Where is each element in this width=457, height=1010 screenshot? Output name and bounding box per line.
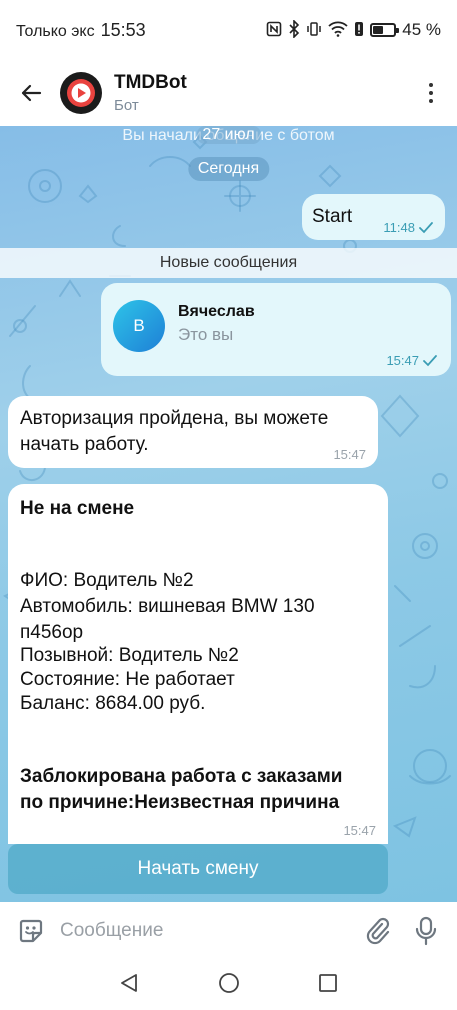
incoming-message-status[interactable]: Не на смене ФИО: Водитель №2 Автомобиль:… [8,484,388,844]
bluetooth-icon [288,18,300,41]
chat-title-block[interactable]: TMDBot Бот [114,72,187,114]
message-time: 11:48 [383,220,433,235]
nav-home-icon [218,972,239,993]
chat-title: TMDBot [114,72,187,93]
sticker-button[interactable] [14,912,48,950]
status-bar: Только экс 15:53 45 % [0,0,457,60]
mic-icon [415,916,437,946]
chat-area[interactable]: Вы начали общение с ботом 27 июл Сегодня… [0,126,457,902]
status-blocked-line2: по причине:Неизвестная причина [20,792,340,813]
attach-button[interactable] [361,912,395,950]
alert-icon [354,21,364,40]
message-time: 15:47 [333,447,366,462]
status-callsign: Позывной: Водитель №2 [20,645,239,666]
date-pill-today: Сегодня [187,157,270,181]
carrier-name: Только экс [16,22,95,40]
voice-button[interactable] [409,912,443,950]
nfc-icon [266,21,282,40]
battery-icon [370,23,400,37]
outgoing-message-start[interactable]: Start 11:48 [302,194,445,240]
read-check-icon [419,221,433,233]
status-car-line1: Автомобиль: вишневая BMW 130 [20,596,315,617]
more-menu-button[interactable] [419,73,443,113]
status-balance: Баланс: 8684.00 руб. [20,693,206,714]
date-pill-overlay: 27 июл [196,126,261,144]
nav-recents-button[interactable] [317,972,339,999]
back-button[interactable] [14,73,48,113]
attach-icon [366,917,390,945]
wifi-icon [328,21,348,40]
new-messages-divider: Новые сообщения [0,248,457,278]
status-blocked-line1: Заблокирована работа с заказами [20,766,343,787]
start-shift-button[interactable]: Начать смену [8,844,388,894]
nav-home-button[interactable] [218,972,240,999]
system-nav-bar [0,960,457,1010]
more-vert-icon [429,83,433,87]
message-input-bar: Сообщение [0,902,457,960]
bot-avatar[interactable] [60,72,102,114]
contact-avatar[interactable]: В [113,300,165,352]
message-text: Start [312,206,353,227]
message-input[interactable]: Сообщение [60,920,361,942]
bot-avatar-icon [67,79,95,107]
contact-name[interactable]: Вячеслав [178,303,255,321]
nav-back-button[interactable] [119,972,141,999]
message-text-line2: начать работу. [20,434,149,455]
sticker-icon [19,919,43,943]
message-time: 15:47 [386,353,437,368]
outgoing-contact-message[interactable]: В Вячеслав Это вы 15:47 [101,283,451,376]
read-check-icon [423,354,437,366]
nav-recents-icon [318,973,337,992]
vibrate-icon [306,21,322,40]
message-text-line1: Авторизация пройдена, вы можете [20,408,329,429]
chat-header: TMDBot Бот [0,60,457,126]
status-state: Состояние: Не работает [20,669,235,690]
contact-subtitle: Это вы [178,325,234,344]
status-fio: ФИО: Водитель №2 [20,570,194,591]
nav-back-icon [120,973,137,992]
back-arrow-icon [21,84,42,102]
message-time: 15:47 [343,823,376,838]
battery-percent: 45 % [402,20,441,39]
status-time: 15:53 [100,19,146,40]
chat-subtitle: Бот [114,97,139,114]
status-heading: Не на смене [20,498,135,519]
incoming-message-auth[interactable]: Авторизация пройдена, вы можете начать р… [8,396,378,468]
